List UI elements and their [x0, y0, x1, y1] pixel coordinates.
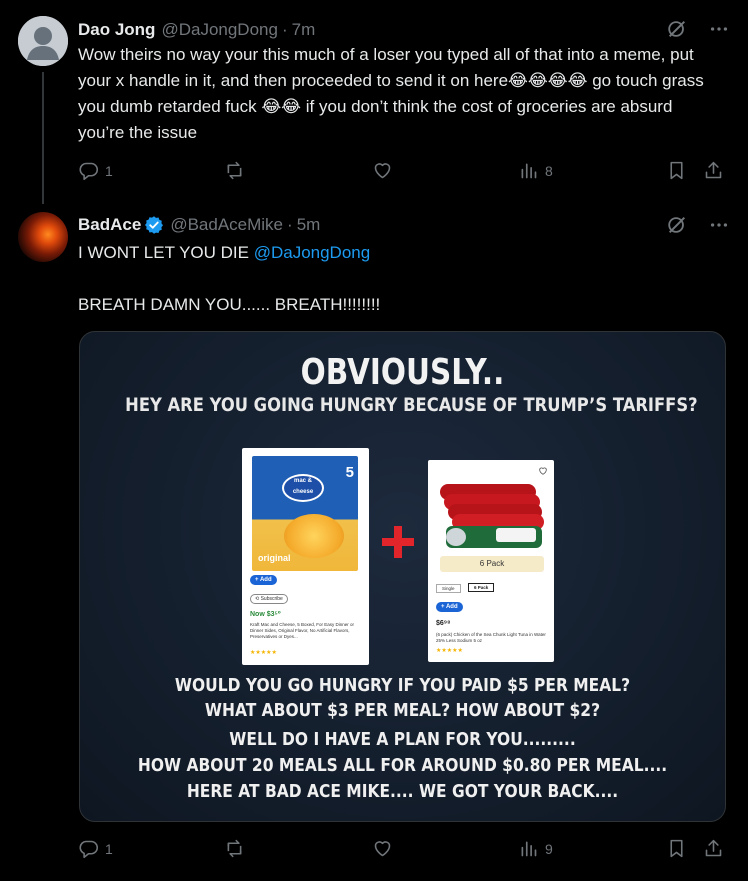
- heart-icon: [374, 163, 391, 179]
- share-button[interactable]: [703, 838, 724, 859]
- more-icon[interactable]: [708, 214, 730, 236]
- box-flavor: original: [258, 553, 291, 563]
- handle[interactable]: @DaJongDong: [161, 20, 278, 40]
- tweet-text-line: BREATH DAMN YOU...... BREATH!!!!!!!!: [78, 295, 381, 314]
- like-button[interactable]: [372, 160, 399, 181]
- tweet-header: BadAce @BadAceMike · 5m: [78, 214, 320, 236]
- thread-line: [42, 72, 44, 204]
- views-icon: [521, 841, 537, 857]
- avatar[interactable]: [18, 212, 68, 262]
- mac-cheese-box-image: mac & cheese 5 original: [252, 456, 358, 571]
- tweet-media-image[interactable]: OBVIOUSLY.. HEY ARE YOU GOING HUNGRY BEC…: [79, 331, 726, 822]
- tuna-cans-image: [440, 484, 544, 548]
- like-button[interactable]: [372, 838, 399, 859]
- separator-dot: ·: [281, 20, 288, 39]
- share-icon: [705, 839, 722, 857]
- meme-line: WHAT ABOUT $3 PER MEAL? HOW ABOUT $2?: [204, 700, 601, 721]
- tweet-actions: 1 8: [78, 160, 728, 184]
- reply-count: 1: [105, 840, 113, 857]
- tweet-text: I WONT LET YOU DIE @DaJongDong BREATH DA…: [78, 240, 718, 318]
- mac-cheese-product-card: mac & cheese 5 original + Add ⟲ Subscrib…: [242, 448, 369, 665]
- separator-dot: ·: [287, 215, 293, 234]
- default-avatar-icon: [18, 16, 68, 66]
- product-price: $6⁹⁸: [436, 620, 451, 627]
- meme-subtitle: HEY ARE YOU GOING HUNGRY BECAUSE OF TRUM…: [125, 394, 698, 416]
- reply-icon: [79, 840, 99, 859]
- views-button[interactable]: 9: [518, 838, 553, 859]
- timestamp[interactable]: 5m: [297, 215, 321, 235]
- tweet-badace[interactable]: BadAce @BadAceMike · 5m I WONT LET YOU D…: [0, 198, 748, 881]
- reply-count: 1: [105, 162, 113, 179]
- retweet-icon: [227, 839, 242, 858]
- mac-cheese-logo: mac & cheese: [282, 474, 324, 502]
- plus-icon: [382, 526, 414, 558]
- product-description: (6 pack) Chicken of the Sea Chunk Light …: [436, 632, 546, 643]
- meme-title: OBVIOUSLY..: [300, 352, 505, 393]
- retweet-icon: [227, 161, 242, 180]
- meme-line: HERE AT BAD ACE MIKE.... WE GOT YOUR BAC…: [186, 781, 619, 802]
- display-name[interactable]: BadAce: [78, 215, 141, 235]
- pack-label: 6 Pack: [440, 556, 544, 572]
- subscribe-button: ⟲ Subscribe: [250, 594, 288, 604]
- grok-icon[interactable]: [666, 214, 688, 236]
- retweet-button[interactable]: [224, 838, 251, 859]
- product-description: Kraft Mac and Cheese, 5 Boxed, For Easy …: [250, 622, 355, 639]
- heart-icon: [374, 841, 391, 857]
- retweet-button[interactable]: [224, 160, 251, 181]
- views-button[interactable]: 8: [518, 160, 553, 181]
- tweet-header: Dao Jong @DaJongDong · 7m: [78, 19, 315, 41]
- grok-icon[interactable]: [666, 18, 688, 40]
- view-count: 8: [545, 162, 553, 179]
- tweet-dao-jong[interactable]: Dao Jong @DaJongDong · 7m Wow theirs no …: [0, 0, 748, 204]
- tweet-text: Wow theirs no way your this much of a lo…: [78, 45, 704, 142]
- option-6-pack: 6 Pack: [468, 583, 495, 592]
- tweet-top-actions: [666, 18, 730, 40]
- tuna-product-card: 6 Pack Single 6 Pack + Add $6⁹⁸ (6 pack)…: [428, 460, 554, 662]
- handle[interactable]: @BadAceMike: [170, 215, 283, 235]
- mention-link[interactable]: @DaJongDong: [254, 243, 371, 262]
- share-button[interactable]: [703, 160, 724, 181]
- meme-line: HOW ABOUT 20 MEALS ALL FOR AROUND $0.80 …: [137, 755, 668, 776]
- tweet-top-actions: [666, 214, 730, 236]
- reply-button[interactable]: 1: [78, 838, 113, 859]
- meme-line: WELL DO I HAVE A PLAN FOR YOU.........: [229, 729, 576, 750]
- meme-line: WOULD YOU GO HUNGRY IF YOU PAID $5 PER M…: [174, 675, 631, 696]
- bookmark-button[interactable]: [666, 838, 687, 859]
- tweet-actions: 1 9: [78, 838, 728, 862]
- bookmark-button[interactable]: [666, 160, 687, 181]
- rating-stars: ★★★★★: [436, 648, 463, 654]
- bookmark-icon: [670, 161, 683, 180]
- product-price: Now $3⁵⁰: [250, 611, 281, 618]
- tweet-text-line: I WONT LET YOU DIE: [78, 243, 254, 262]
- bookmark-icon: [670, 839, 683, 858]
- display-name[interactable]: Dao Jong: [78, 20, 155, 40]
- avatar[interactable]: [18, 16, 68, 66]
- share-icon: [705, 161, 722, 179]
- rating-stars: ★★★★★: [250, 650, 277, 656]
- verified-badge-icon[interactable]: [144, 215, 164, 235]
- timestamp[interactable]: 7m: [292, 20, 316, 40]
- views-icon: [521, 163, 537, 179]
- reply-button[interactable]: 1: [78, 160, 113, 181]
- macaroni-image: [284, 514, 344, 558]
- add-button: + Add: [436, 602, 463, 612]
- more-icon[interactable]: [708, 18, 730, 40]
- view-count: 9: [545, 840, 553, 857]
- box-count: 5: [345, 464, 354, 481]
- reply-icon: [79, 162, 99, 181]
- option-single: Single: [436, 584, 461, 593]
- add-button: + Add: [250, 575, 277, 585]
